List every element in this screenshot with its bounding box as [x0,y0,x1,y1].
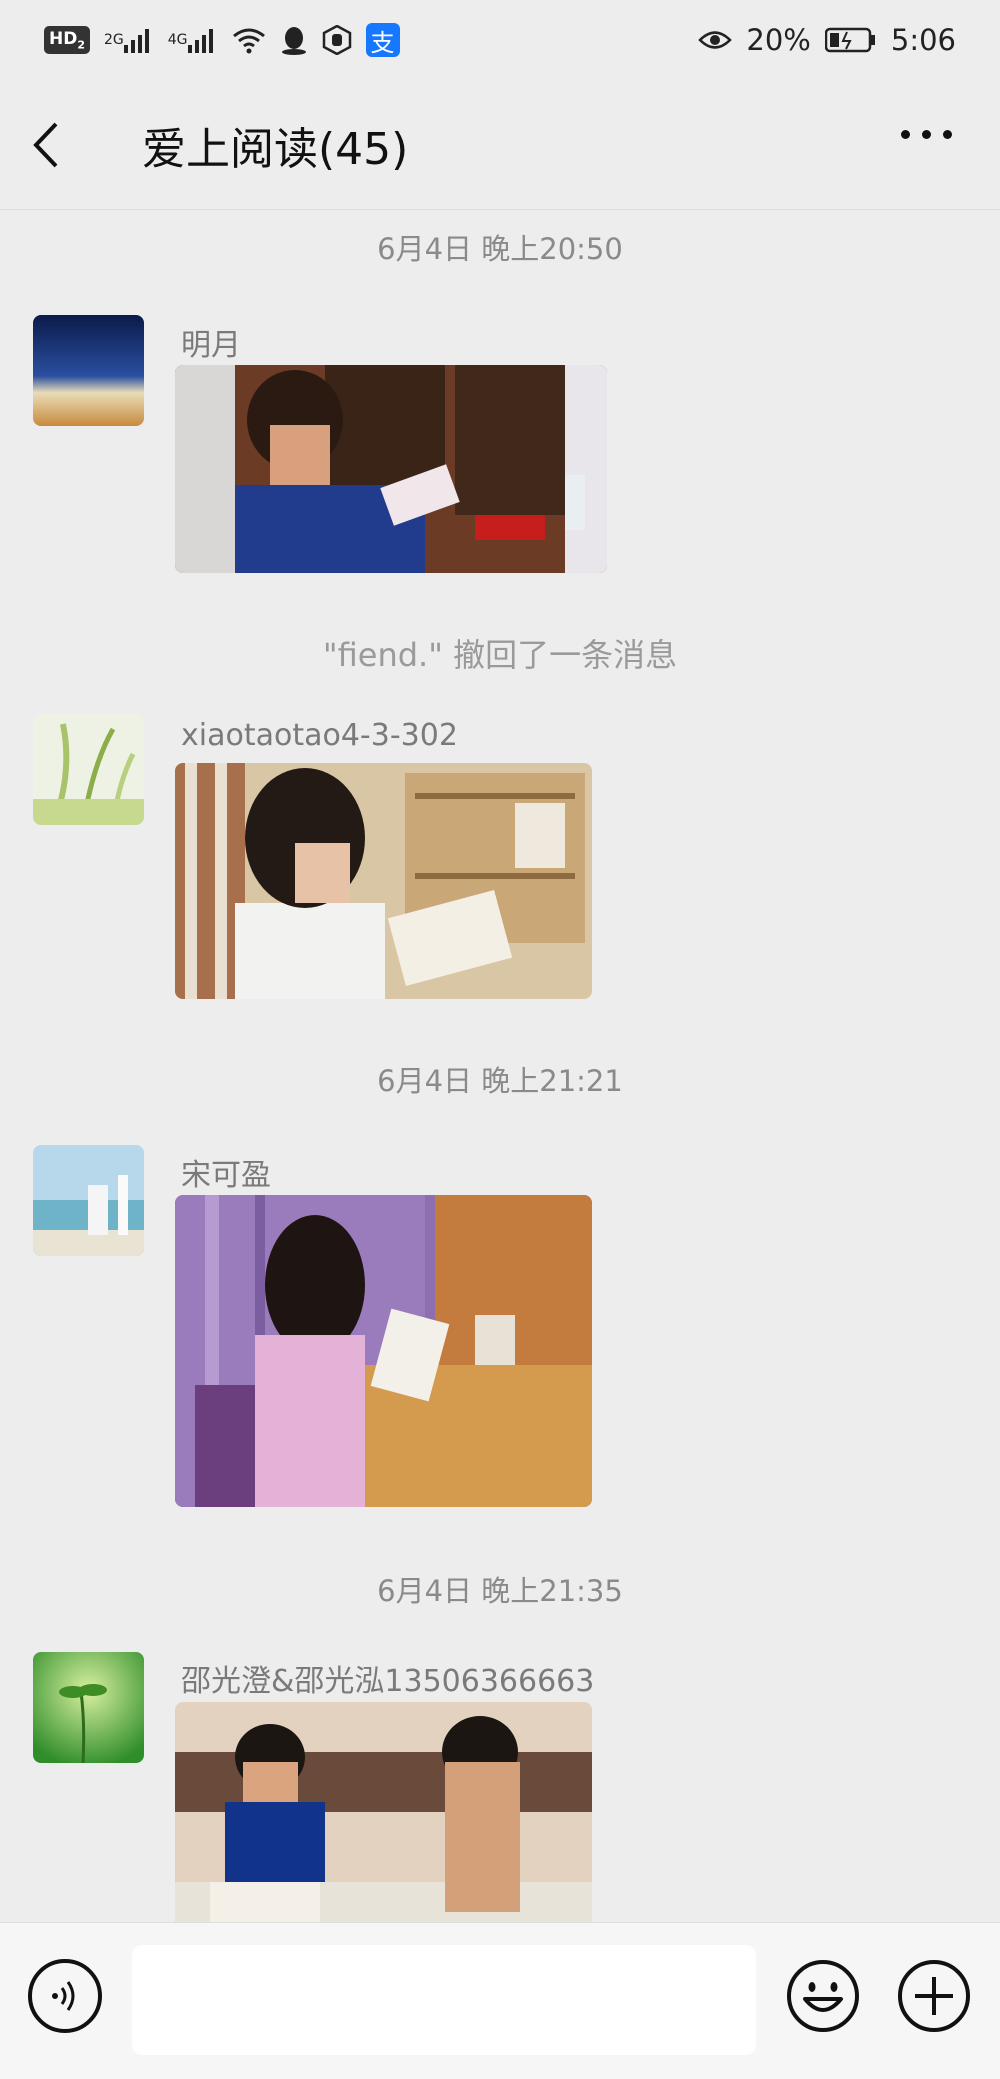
avatar[interactable] [33,1145,144,1256]
hand-icon [322,25,352,55]
chat-title: 爱上阅读(45) [142,123,409,175]
more-dot [901,130,910,139]
photo-message[interactable] [175,365,607,573]
avatar[interactable] [33,315,144,426]
emoji-icon [787,1960,859,2032]
signal-2g-icon: 2G [104,27,154,53]
message-input[interactable] [132,1945,756,2055]
system-notice: "fiend." 撤回了一条消息 [322,636,678,674]
avatar[interactable] [33,1652,144,1763]
timestamp: 6月4日 晚上21:35 [377,1574,623,1608]
sender-name: xiaotaotao4-3-302 [181,718,458,753]
clock: 5:06 [890,23,956,57]
hd-sub: 2 [77,38,85,52]
battery-percent: 20% [746,23,811,57]
chevron-left-icon [33,122,58,167]
more-button[interactable] [901,130,952,139]
signal-4g-icon: 4G [168,27,218,53]
net2-label: 4G [167,32,188,48]
chat-area[interactable]: 6月4日 晚上20:50 明月 "fiend." 撤回了一条消息 xiaotao… [0,210,1000,1922]
status-right: 20% 5:06 [698,23,956,57]
back-button[interactable] [30,115,80,175]
timestamp: 6月4日 晚上21:21 [377,1064,623,1098]
more-dot [922,130,931,139]
photo-message[interactable] [175,1702,592,1922]
nav-bar: 爱上阅读(45) [0,80,1000,210]
photo-message[interactable] [175,1195,592,1507]
sender-name: 明月 [181,328,241,363]
emoji-button[interactable] [786,1959,860,2033]
more-dot [943,130,952,139]
avatar[interactable] [33,714,144,825]
sender-name: 宋可盈 [181,1158,271,1193]
net1-label: 2G [104,32,124,48]
eye-icon [698,29,733,51]
voice-icon [52,1981,75,2011]
photo-message[interactable] [175,763,592,999]
sender-name: 邵光澄&邵光泓13506366663 [181,1664,595,1699]
more-actions-button[interactable] [897,1959,971,2033]
alipay-icon: 支 [365,23,400,57]
input-bar [0,1922,1000,2079]
voice-button[interactable] [28,1959,102,2033]
status-bar: HD2 2G 4G 支 20% 5:06 [0,0,1000,80]
status-left: HD2 2G 4G 支 [44,23,400,57]
plus-icon [898,1960,970,2032]
hd-label: HD [49,28,78,49]
qq-icon [280,25,308,55]
wifi-icon [232,26,266,54]
timestamp: 6月4日 晚上20:50 [377,232,623,266]
hd-icon: HD2 [44,25,90,55]
battery-icon [824,27,877,53]
